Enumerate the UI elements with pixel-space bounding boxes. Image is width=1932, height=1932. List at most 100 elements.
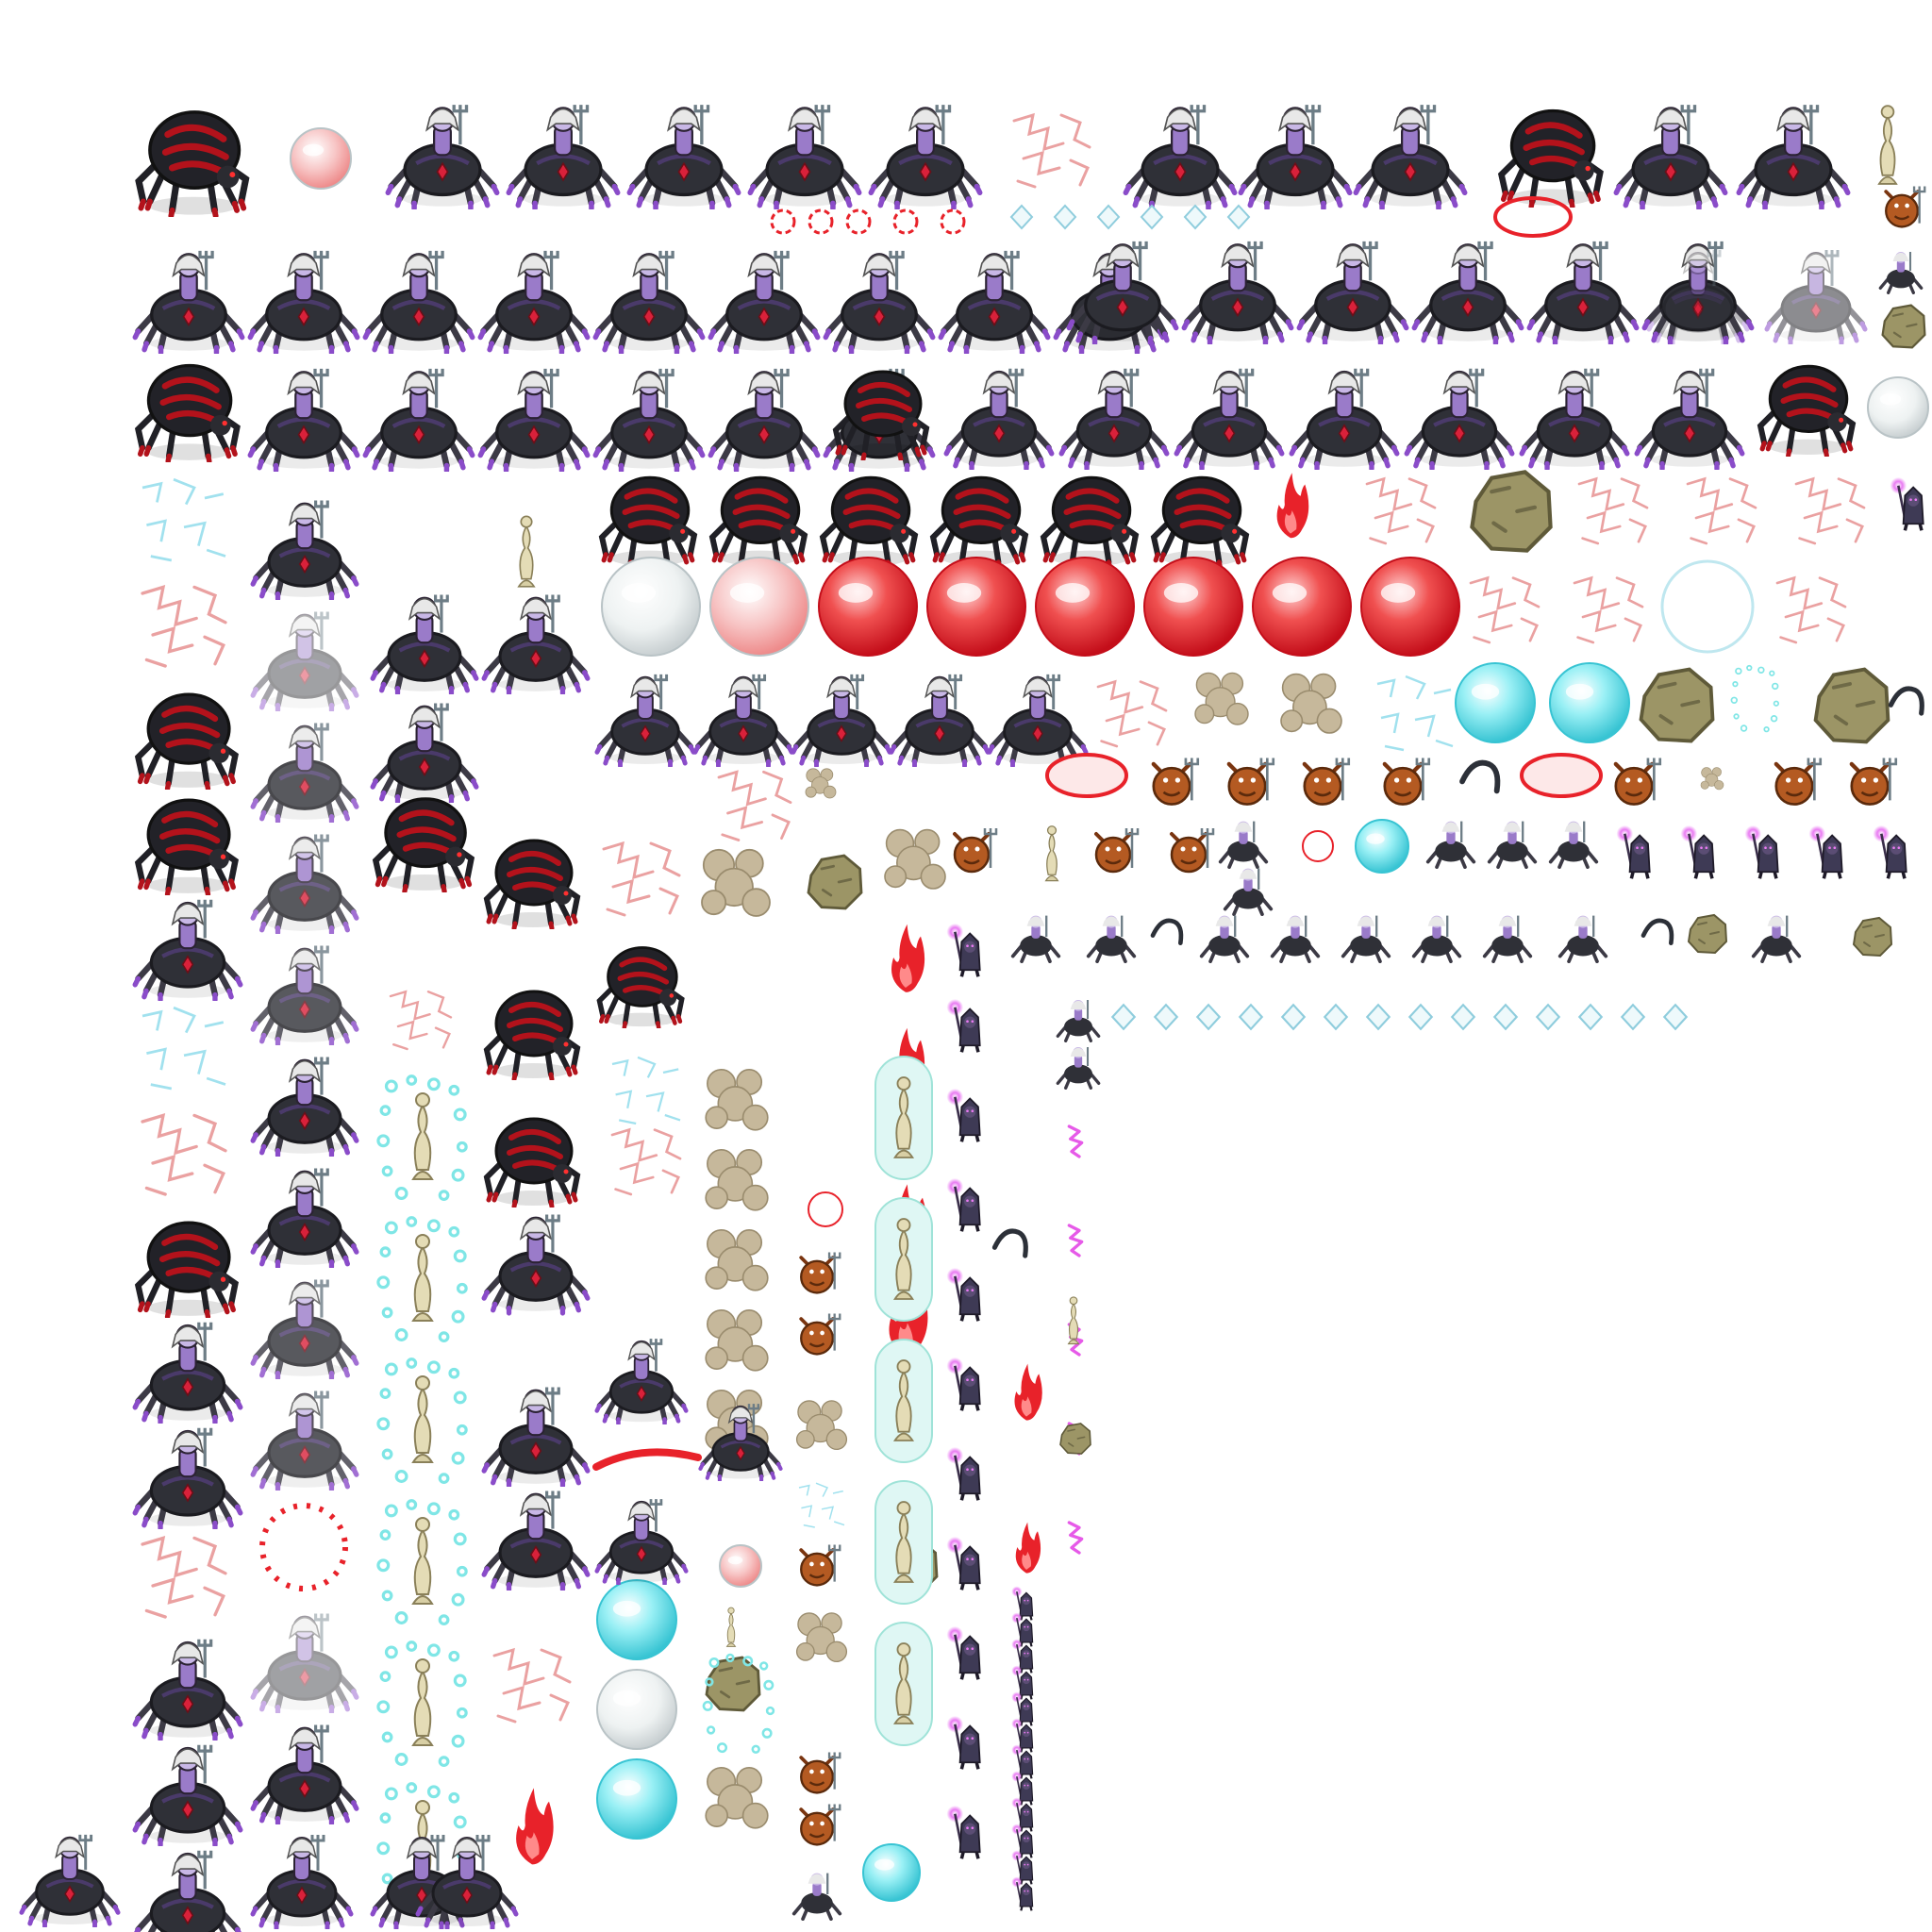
dust-cloud xyxy=(795,1400,848,1451)
dust-cloud xyxy=(1280,673,1342,734)
red-bubble-highlight xyxy=(946,583,982,603)
faded-spider-rider xyxy=(1767,250,1865,343)
white-bubble-highlight xyxy=(1879,392,1902,406)
spider-mount-rider xyxy=(1299,242,1406,343)
cocoon-totem xyxy=(1877,105,1898,186)
red-web xyxy=(141,1113,227,1196)
small-rider xyxy=(1010,913,1061,963)
spider-mount-rider xyxy=(373,704,476,802)
white-bubble-highlight xyxy=(612,1690,641,1707)
cocoon-web xyxy=(384,490,459,561)
boulder xyxy=(1472,472,1550,550)
tentacle xyxy=(1890,689,1922,713)
spider-mount-rider xyxy=(629,105,738,208)
red-tinted-rider xyxy=(253,835,357,933)
faded-spider-rider xyxy=(253,1614,357,1712)
spider-mount-rider xyxy=(1069,242,1175,343)
spider-mount-rider xyxy=(1061,369,1167,469)
cyan-bubble xyxy=(1549,662,1630,743)
pink-bubble-highlight xyxy=(727,1556,743,1565)
red-bubble-highlight xyxy=(1380,583,1416,603)
diamond-shard xyxy=(1196,1004,1221,1030)
red-web xyxy=(717,770,792,841)
spider-mount-rider xyxy=(484,1388,588,1486)
cyan-web xyxy=(141,1006,227,1091)
cyan-bubble xyxy=(596,1579,677,1660)
spider-mount-rider xyxy=(595,251,702,353)
spider-mount-rider xyxy=(750,105,858,208)
dust-cloud xyxy=(700,848,772,918)
cyan-ring xyxy=(1660,559,1755,654)
red-web xyxy=(1469,576,1541,644)
spider-mount-rider xyxy=(253,1058,357,1156)
dust-cloud xyxy=(705,1766,769,1829)
red-web xyxy=(602,841,681,917)
red-web xyxy=(492,1648,572,1724)
red-spider xyxy=(1502,110,1601,206)
red-spider xyxy=(487,841,577,928)
spider-mount-rider xyxy=(1125,105,1234,208)
diamond-shard xyxy=(1239,1004,1263,1030)
small-rider xyxy=(1487,819,1538,869)
purple-mage xyxy=(1809,825,1842,878)
spider-mount-rider xyxy=(135,1745,241,1845)
cocoon-totem xyxy=(725,1606,737,1648)
spider-mount-rider xyxy=(388,105,496,208)
spider-mount-rider xyxy=(1616,105,1724,208)
orange-demon xyxy=(1305,758,1349,805)
red-spider xyxy=(602,477,694,567)
tentacle xyxy=(1462,763,1497,791)
purple-mage xyxy=(1681,825,1714,878)
red-ring xyxy=(808,1191,843,1227)
red-spider xyxy=(933,477,1025,567)
white-bubble xyxy=(601,557,701,657)
spider-mount-rider xyxy=(1529,242,1636,343)
orange-demon xyxy=(1776,758,1821,805)
small-rider xyxy=(1218,819,1269,869)
spider-mount-rider xyxy=(597,1339,687,1424)
dust-cloud xyxy=(1194,672,1249,725)
red-bubble xyxy=(818,557,918,657)
cyan-web xyxy=(798,1482,845,1528)
orange-demon xyxy=(799,1311,842,1357)
purple-mage xyxy=(947,1268,980,1321)
dust-cloud xyxy=(705,1068,769,1131)
red-web xyxy=(1775,576,1847,644)
spider-mount-rider xyxy=(250,251,357,353)
boulder xyxy=(705,1656,761,1712)
red-tinted-rider xyxy=(253,1280,357,1378)
purple-mage xyxy=(1617,825,1650,878)
orange-demon xyxy=(1229,758,1274,805)
red-web xyxy=(141,1536,227,1619)
red-bubble xyxy=(1143,557,1243,657)
spider-mount-rider xyxy=(825,251,932,353)
orange-demon xyxy=(1852,758,1896,805)
boulder xyxy=(1881,304,1926,349)
sprite-grid xyxy=(22,105,1929,1932)
boulder xyxy=(808,856,861,908)
spider-mount-rider xyxy=(1176,369,1282,469)
cyan-web xyxy=(1375,675,1455,752)
cyan-bubble xyxy=(862,1843,921,1902)
purple-mage xyxy=(1890,477,1924,530)
orange-demon xyxy=(1884,184,1927,229)
red-bubble xyxy=(926,557,1026,657)
orange-demon xyxy=(1154,758,1198,805)
spider-mount-rider xyxy=(710,251,817,353)
cocoon-totem xyxy=(412,1375,433,1463)
red-web xyxy=(1577,477,1649,545)
pink-lightning xyxy=(1069,1225,1081,1256)
purple-mage xyxy=(947,999,980,1052)
spider-mount-rider xyxy=(1356,105,1464,208)
red-web xyxy=(141,585,227,668)
pink-lightning xyxy=(1069,1126,1081,1157)
spider-mount-rider xyxy=(1407,369,1512,469)
diamond-shard xyxy=(1227,205,1250,229)
red-spider xyxy=(1043,477,1136,567)
red-flame xyxy=(1015,1522,1041,1574)
spider-mount-rider xyxy=(135,1640,241,1740)
red-flame xyxy=(891,924,925,992)
purple-mage xyxy=(947,1178,980,1231)
red-spider xyxy=(712,477,805,567)
red-flame xyxy=(1276,473,1309,539)
